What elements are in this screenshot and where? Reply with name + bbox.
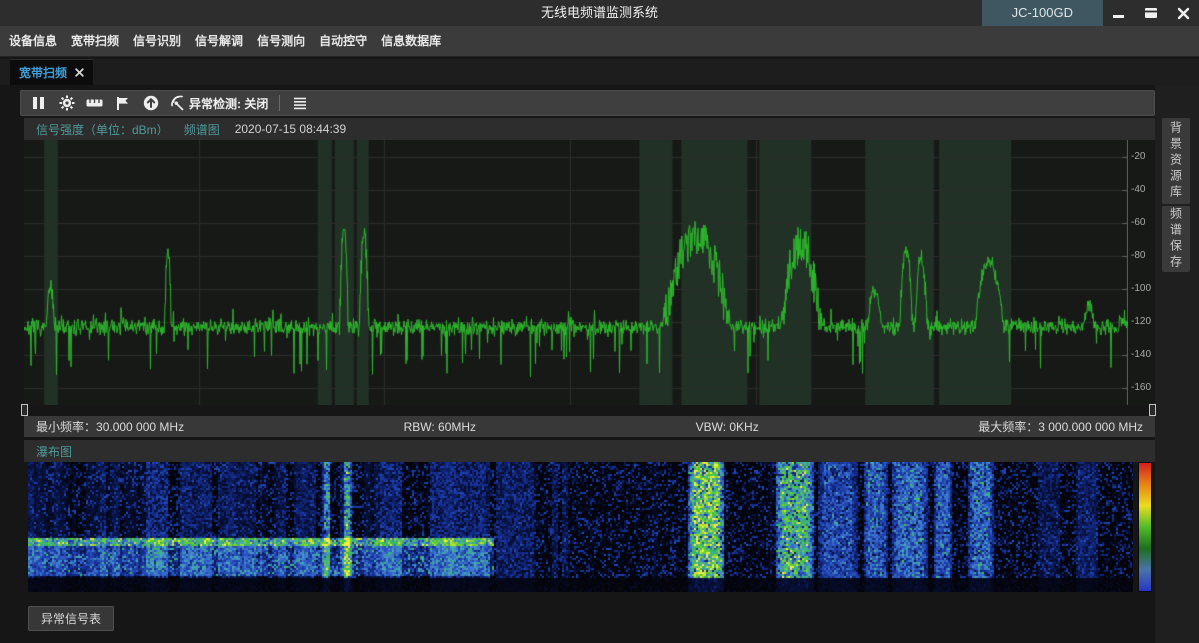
waterfall-title: 瀑布图 bbox=[36, 443, 72, 460]
spectrum-timestamp: 2020-07-15 08:44:39 bbox=[235, 122, 346, 136]
rbw-label: RBW: 60MHz bbox=[404, 420, 476, 434]
minimize-icon bbox=[1112, 6, 1126, 20]
maximize-button[interactable] bbox=[1135, 0, 1167, 26]
menu-item-auto-monitor[interactable]: 自动控守 bbox=[312, 26, 374, 57]
tab-bar: 宽带扫频 bbox=[0, 59, 1199, 85]
spectrum-canvas bbox=[24, 140, 1128, 405]
toolbar: 异常检测: 关闭 bbox=[20, 90, 1155, 116]
device-model-button[interactable]: JC-100GD bbox=[982, 0, 1103, 26]
title-bar: 无线电频谱监测系统 JC-100GD bbox=[0, 0, 1199, 26]
tab-wideband-scan[interactable]: 宽带扫频 bbox=[10, 59, 93, 85]
y-tick-label: -40 bbox=[1131, 184, 1145, 195]
close-button[interactable] bbox=[1167, 0, 1199, 26]
waterfall-colorbar bbox=[1138, 462, 1152, 592]
y-tick-label: -80 bbox=[1131, 250, 1145, 261]
min-frequency-label: 最小频率：30.000 000 MHz bbox=[36, 418, 184, 435]
y-tick-label: -120 bbox=[1131, 316, 1151, 327]
y-tick-label: -60 bbox=[1131, 217, 1145, 228]
flag-marker-icon bbox=[116, 96, 130, 111]
pause-icon bbox=[32, 96, 45, 110]
max-frequency-label: 最大频率：3 000.000 000 MHz bbox=[978, 418, 1143, 435]
menu-item-device-info[interactable]: 设备信息 bbox=[2, 26, 64, 57]
tab-close-icon[interactable] bbox=[75, 68, 84, 77]
menu-bar: 设备信息 宽带扫频 信号识别 信号解调 信号测向 自动控守 信息数据库 bbox=[0, 26, 1199, 57]
settings-gear-icon bbox=[59, 95, 75, 111]
application-window: 无线电频谱监测系统 JC-100GD 设备信息 宽带扫频 信号识别 信号解调 信… bbox=[0, 0, 1199, 643]
toolbar-separator bbox=[279, 95, 280, 111]
list-menu-icon bbox=[293, 97, 307, 110]
background-resource-library-button[interactable]: 背景资源库 bbox=[1162, 118, 1190, 204]
y-tick-label: -160 bbox=[1131, 382, 1151, 393]
y-tick-label: -100 bbox=[1131, 283, 1151, 294]
signal-dish-icon bbox=[170, 95, 187, 111]
spectrum-subtitle: 频谱图 bbox=[184, 121, 220, 138]
y-tick-label: -20 bbox=[1131, 151, 1145, 162]
list-menu-button[interactable] bbox=[291, 93, 308, 113]
marker-button[interactable] bbox=[114, 93, 131, 113]
ruler-icon bbox=[86, 97, 103, 109]
spectrum-header: 信号强度（单位：dBm） 频谱图 2020-07-15 08:44:39 bbox=[24, 118, 1155, 140]
close-icon bbox=[1177, 7, 1190, 20]
spectrum-y-axis: -20 -40 -60 -80 -100 -120 -140 -160 bbox=[1131, 140, 1155, 405]
anomaly-status-label: 异常检测: 关闭 bbox=[189, 95, 268, 112]
upload-arrow-icon bbox=[143, 95, 159, 111]
frequency-status-bar: 最小频率：30.000 000 MHz RBW: 60MHz VBW: 0KHz… bbox=[24, 416, 1155, 437]
waterfall-canvas bbox=[28, 462, 1133, 592]
menu-item-signal-recognition[interactable]: 信号识别 bbox=[126, 26, 188, 57]
spectrum-chart: -20 -40 -60 -80 -100 -120 -140 -160 bbox=[24, 140, 1155, 405]
freq-range-handle-right[interactable] bbox=[1149, 404, 1156, 416]
spectrum-title: 信号强度（单位：dBm） bbox=[36, 121, 169, 138]
anomaly-detection-toggle[interactable]: 异常检测: 关闭 bbox=[170, 95, 268, 112]
menu-item-signal-direction[interactable]: 信号测向 bbox=[250, 26, 312, 57]
minimize-button[interactable] bbox=[1103, 0, 1135, 26]
settings-button[interactable] bbox=[58, 93, 75, 113]
measure-button[interactable] bbox=[86, 93, 103, 113]
waterfall-header: 瀑布图 bbox=[24, 440, 1155, 462]
anomaly-signal-table-button[interactable]: 异常信号表 bbox=[28, 606, 114, 631]
menu-item-info-database[interactable]: 信息数据库 bbox=[374, 26, 448, 57]
menu-item-wideband-scan[interactable]: 宽带扫频 bbox=[64, 26, 126, 57]
vbw-label: VBW: 0KHz bbox=[696, 420, 759, 434]
window-controls: JC-100GD bbox=[982, 0, 1199, 26]
y-tick-label: -140 bbox=[1131, 349, 1151, 360]
pause-button[interactable] bbox=[30, 93, 47, 113]
freq-range-handle-left[interactable] bbox=[21, 404, 28, 416]
tab-label: 宽带扫频 bbox=[19, 64, 67, 81]
upload-button[interactable] bbox=[142, 93, 159, 113]
spectrum-save-button[interactable]: 频谱保存 bbox=[1162, 206, 1190, 272]
maximize-icon bbox=[1144, 6, 1158, 20]
menu-item-signal-demodulation[interactable]: 信号解调 bbox=[188, 26, 250, 57]
